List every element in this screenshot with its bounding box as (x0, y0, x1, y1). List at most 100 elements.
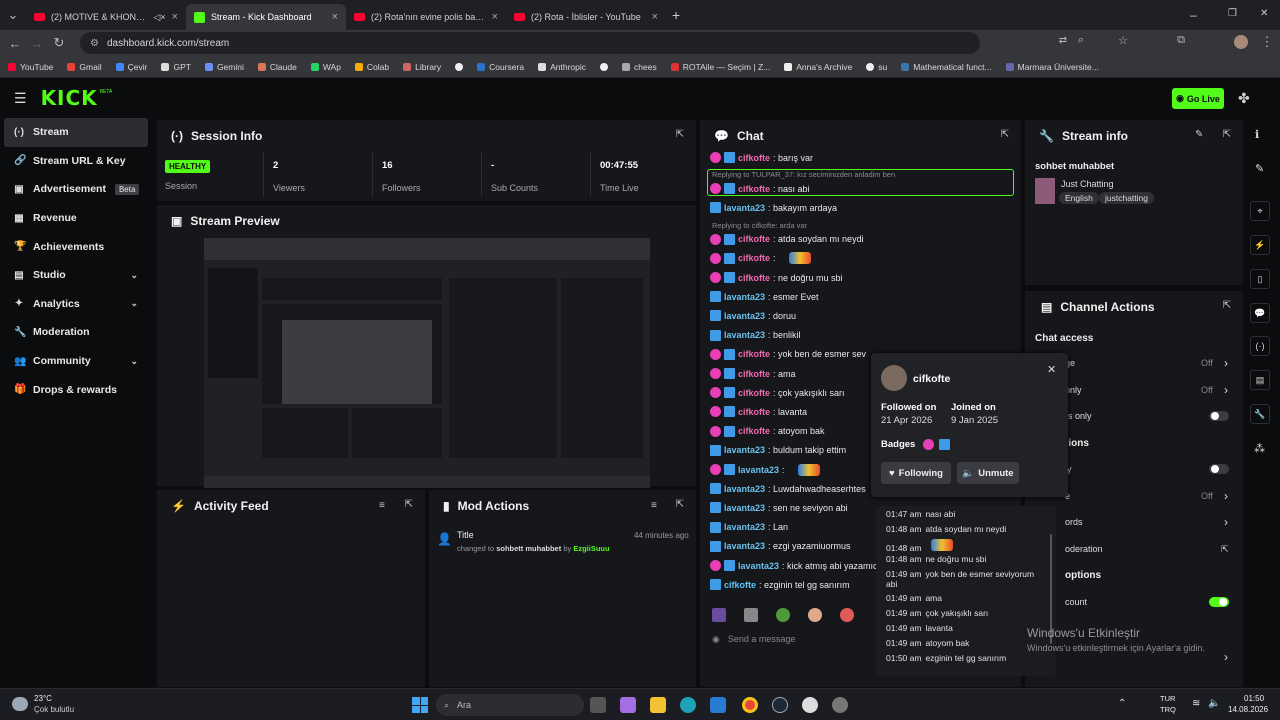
chat-username[interactable]: cifkofte (738, 388, 770, 398)
bookmark-chess[interactable]: chees (622, 62, 657, 72)
sidebar-item-revenue[interactable]: ▦ Revenue (0, 204, 152, 233)
bookmark-translate[interactable]: Çevir (115, 62, 147, 72)
tray-chevron-icon[interactable]: ⌃ (1118, 698, 1126, 709)
popup-username[interactable]: cifkofte (913, 373, 950, 385)
chat-username[interactable]: lavanta23 (724, 445, 765, 455)
bookmark-library[interactable]: Library (403, 62, 441, 72)
rail-tablet-icon[interactable]: ▯ (1250, 269, 1270, 289)
kick-logo[interactable]: KICK (41, 86, 98, 110)
chat-input[interactable]: ◉ Send a message (712, 628, 872, 650)
chat-message[interactable]: cifkofte: lavanta (710, 404, 807, 419)
chat-username[interactable]: cifkofte (738, 407, 770, 417)
chevron-right-icon[interactable]: › (1224, 515, 1228, 529)
vscode-icon[interactable] (710, 697, 726, 713)
tab-close-icon[interactable]: × (172, 11, 178, 23)
sidebar-item-studio[interactable]: ▤ Studio ⌄ (0, 261, 152, 290)
category-name[interactable]: Just Chatting (1061, 179, 1114, 189)
rail-camera-icon[interactable]: ⌖ (1250, 201, 1270, 221)
chat-username[interactable]: cifkofte (738, 349, 770, 359)
setting-toggle[interactable] (1209, 464, 1229, 474)
rail-broadcast-icon[interactable]: (·) (1250, 336, 1270, 356)
unmute-button[interactable]: 🔈 Unmute (957, 462, 1019, 484)
chat-message[interactable]: cifkofte: (710, 251, 811, 266)
bookmark-claude[interactable]: Claude (257, 62, 297, 72)
setting-toggle[interactable] (1209, 411, 1229, 421)
emote-icon[interactable] (712, 608, 726, 622)
bookmark-python[interactable]: Mathematical funct... (901, 62, 992, 72)
tab-close-icon[interactable]: × (332, 11, 338, 23)
bookmark-su[interactable]: su (866, 62, 887, 72)
chat-username[interactable]: cifkofte (738, 253, 770, 263)
chat-message[interactable]: cifkofte: ezginin tel gg sanırım (710, 577, 850, 592)
chat-username[interactable]: lavanta23 (724, 311, 765, 321)
chat-message[interactable]: cifkofte: ama (710, 366, 796, 381)
taskbar-search[interactable]: ⌕ Ara (436, 694, 584, 716)
setting-toggle[interactable] (1209, 596, 1229, 607)
weather-icon[interactable] (12, 697, 28, 711)
chat-message[interactable]: cifkofte: yok ben de esmer sev (710, 347, 866, 362)
tab-search-icon[interactable]: ⌄ (0, 7, 26, 23)
chat-message[interactable]: cifkofte: atda soydan mı neydi (710, 232, 864, 247)
tag-english[interactable]: English (1059, 192, 1099, 204)
chevron-right-icon[interactable]: › (1224, 383, 1228, 397)
chat-message[interactable]: lavanta23: buldum takip ettim (710, 443, 846, 458)
chat-message[interactable]: cifkofte: nası abi (710, 181, 810, 196)
address-bar[interactable]: ⚙ dashboard.kick.com/stream (80, 32, 980, 54)
bookmark-google[interactable] (600, 62, 609, 71)
chat-username[interactable]: lavanta23 (724, 484, 765, 494)
tag-justchatting[interactable]: justchatting (1099, 192, 1154, 204)
bookmark-colab[interactable]: Colab (354, 62, 389, 72)
emote-icon[interactable] (776, 608, 790, 622)
expand-icon[interactable]: ⇱ (1001, 129, 1009, 140)
chat-username[interactable]: cifkofte (738, 369, 770, 379)
mod-entry-user[interactable]: EzgiiSuuu (573, 544, 609, 553)
go-live-button[interactable]: ◉ Go Live (1172, 88, 1224, 109)
emote-icon[interactable] (840, 608, 854, 622)
filter-icon[interactable]: ≡ (379, 500, 385, 511)
chat-message[interactable]: lavanta23: ezgi yazamiuormus (710, 539, 851, 554)
chat-username[interactable]: cifkofte (738, 234, 770, 244)
reload-icon[interactable]: ↻ (48, 35, 70, 51)
expand-icon[interactable]: ⇱ (405, 499, 413, 510)
site-info-icon[interactable]: ⚙ (90, 38, 99, 49)
volume-icon[interactable]: 🔈 (1208, 698, 1220, 709)
edge-icon[interactable] (680, 697, 696, 713)
chat-message[interactable]: lavanta23: doruu (710, 308, 796, 323)
clock-time[interactable]: 01:50 (1244, 694, 1264, 703)
emote-icon[interactable] (744, 608, 758, 622)
close-window-button[interactable]: ✕ (1260, 8, 1268, 19)
browser-tab-1[interactable]: (2) MOTIVE & KHONTKAR - … ◁× × (26, 4, 186, 30)
hamburger-menu-icon[interactable]: ☰ (14, 90, 27, 107)
expand-icon[interactable]: ⇱ (1223, 129, 1231, 140)
chat-message[interactable]: lavanta23: Lan (710, 520, 788, 535)
profile-avatar[interactable] (1234, 35, 1248, 49)
file-explorer-icon[interactable] (650, 697, 666, 713)
sidebar-item-stream[interactable]: (·) Stream (4, 118, 148, 147)
filter-icon[interactable]: ≡ (651, 500, 657, 511)
mute-icon[interactable]: ◁× (153, 12, 165, 23)
bookmark-coursera[interactable]: Coursera (477, 62, 524, 72)
chat-username[interactable]: lavanta23 (738, 561, 779, 571)
expand-icon[interactable]: ⇱ (676, 129, 684, 140)
rail-users-icon[interactable]: ⁂ (1254, 442, 1265, 455)
input-language[interactable]: TUR (1160, 694, 1175, 703)
minimize-button[interactable]: – (1190, 8, 1197, 22)
sidebar-item-drops-rewards[interactable]: 🎁 Drops & rewards (0, 375, 152, 404)
expand-icon[interactable]: ⇱ (1223, 300, 1231, 311)
copilot-icon[interactable] (620, 697, 636, 713)
extensions-icon[interactable]: ⧉ (1170, 34, 1192, 47)
bookmark-gemini[interactable]: Gemini (204, 62, 244, 72)
external-link-icon[interactable]: ⇱ (1221, 544, 1229, 555)
chat-username[interactable]: cifkofte (738, 273, 770, 283)
chat-message[interactable]: cifkofte: atoyom bak (710, 424, 825, 439)
chat-message[interactable]: lavanta23: kick atmış abi yazamıc (710, 558, 878, 573)
rail-list-icon[interactable]: ▤ (1250, 370, 1270, 390)
tab-close-icon[interactable]: × (492, 11, 498, 23)
settings-gear-icon[interactable] (832, 697, 848, 713)
expand-icon[interactable]: ⇱ (676, 499, 684, 510)
maximize-button[interactable]: ❐ (1228, 8, 1237, 19)
back-icon[interactable]: ← (4, 36, 26, 51)
following-button[interactable]: ♥ Following (881, 462, 951, 484)
chrome-icon[interactable] (742, 697, 758, 713)
bookmark-rotaile[interactable]: ROTAile — Seçim | Z... (670, 62, 770, 72)
